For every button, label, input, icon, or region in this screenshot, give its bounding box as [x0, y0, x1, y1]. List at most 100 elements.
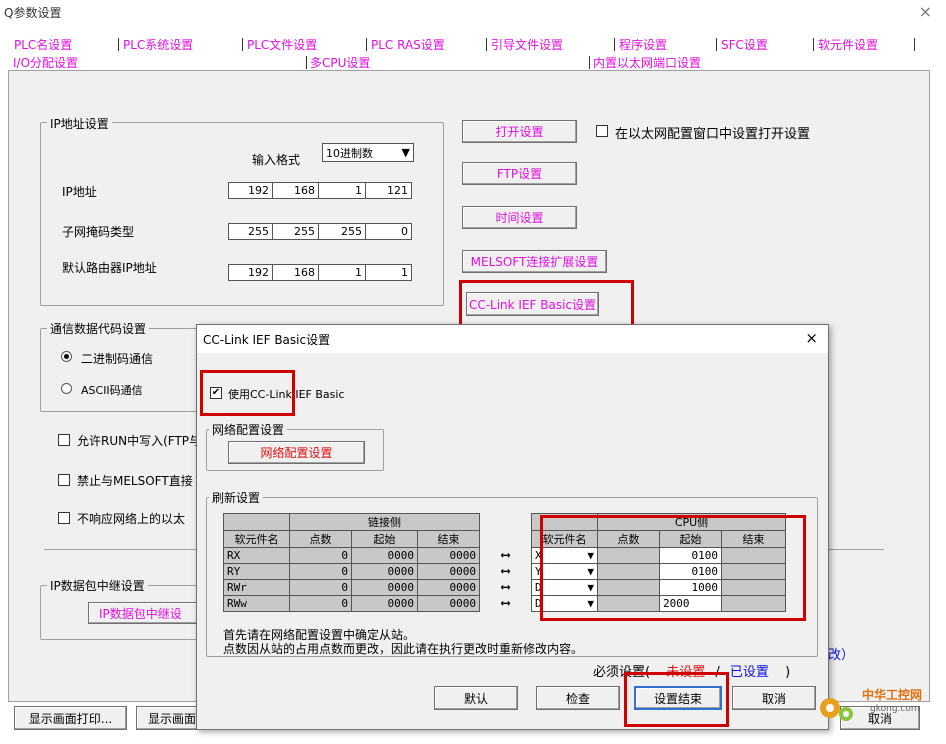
link-points: 0: [289, 547, 352, 564]
table-row: RX 0 0000 0000 ⟷ X ▼ 0100: [223, 547, 786, 564]
link-side-header: 链接侧: [289, 513, 480, 531]
gateway-octet-1[interactable]: 192: [228, 264, 273, 281]
link-device-name: RX: [223, 547, 290, 564]
bidirectional-arrow-icon: ⟷: [479, 579, 532, 596]
cpu-device-select[interactable]: D ▼: [531, 595, 598, 612]
cclink-ief-basic-button[interactable]: CC-Link IEF Basic设置: [466, 292, 599, 316]
ip-octet-4[interactable]: 121: [365, 182, 412, 199]
tab-separator: [716, 38, 717, 51]
link-start: 0000: [351, 579, 418, 596]
cpu-points-header: 点数: [597, 530, 660, 548]
mask-octet-3[interactable]: 255: [318, 223, 366, 240]
mask-octet-1[interactable]: 255: [228, 223, 273, 240]
cpu-device-select[interactable]: D ▼: [531, 579, 598, 596]
ftp-settings-button[interactable]: FTP设置: [462, 162, 577, 185]
cpu-device-select[interactable]: X ▼: [531, 547, 598, 564]
refresh-table: 链接侧 CPU侧 软元件名 点数 起始 结束 软元件名 点数 起始 结束 RX …: [223, 513, 786, 612]
cpu-end: [721, 595, 786, 612]
tab-program[interactable]: 程序设置: [619, 36, 667, 53]
ip-address-label: IP地址: [62, 185, 97, 199]
link-device-name: RY: [223, 563, 290, 580]
cpu-device-select[interactable]: Y ▼: [531, 563, 598, 580]
binary-radio[interactable]: [61, 351, 72, 362]
cpu-end: [721, 547, 786, 564]
link-start: 0000: [351, 563, 418, 580]
bidirectional-arrow-icon: ⟷: [479, 563, 532, 580]
gateway-octet-2[interactable]: 168: [272, 264, 319, 281]
cpu-end: [721, 579, 786, 596]
tab-plc-name[interactable]: PLC名设置: [14, 36, 72, 53]
cpu-device-value: X: [535, 549, 542, 562]
link-end: 0000: [417, 595, 480, 612]
ip-relay-button[interactable]: IP数据包中继设: [88, 602, 200, 624]
tab-separator: [813, 38, 814, 51]
tab-separator: [118, 38, 119, 51]
dialog-cancel-button[interactable]: 取消: [732, 686, 816, 710]
cpu-points: [597, 563, 660, 580]
tab-sfc[interactable]: SFC设置: [721, 36, 768, 53]
tab-io-assign[interactable]: I/O分配设置: [13, 54, 78, 71]
table-row: RY 0 0000 0000 ⟷ Y ▼ 0100: [223, 563, 786, 580]
tab-plc-ras[interactable]: PLC RAS设置: [371, 36, 445, 53]
open-in-ethernet-checkbox[interactable]: [596, 125, 608, 137]
forbid-melsoft-checkbox[interactable]: [58, 474, 70, 486]
use-cclink-checkbox[interactable]: ✔: [210, 387, 222, 399]
legend-slash: /: [715, 665, 720, 680]
finish-settings-button[interactable]: 设置结束: [634, 686, 722, 710]
window-close-icon[interactable]: ×: [919, 2, 932, 21]
ip-relay-title: IP数据包中继设置: [47, 577, 148, 594]
tab-separator: [614, 38, 615, 51]
melsoft-extension-button[interactable]: MELSOFT连接扩展设置: [462, 250, 607, 273]
tab-separator: [486, 38, 487, 51]
tab-separator: [242, 38, 243, 51]
default-button[interactable]: 默认: [434, 686, 518, 710]
allow-run-write-checkbox[interactable]: [58, 434, 70, 446]
open-in-ethernet-label: 在以太网配置窗口中设置打开设置: [615, 127, 811, 142]
ip-octet-3[interactable]: 1: [318, 182, 366, 199]
tab-separator: [914, 38, 915, 51]
link-start: 0000: [351, 547, 418, 564]
ip-octet-1[interactable]: 192: [228, 182, 273, 199]
dialog-close-icon[interactable]: ×: [805, 329, 818, 347]
tab-separator: [366, 38, 367, 51]
chevron-down-icon: ▼: [587, 549, 594, 562]
input-format-value: 10进制数: [326, 146, 373, 160]
mask-octet-4[interactable]: 0: [365, 223, 412, 240]
gateway-octet-4[interactable]: 1: [365, 264, 412, 281]
no-respond-checkbox[interactable]: [58, 512, 70, 524]
network-group-title: 网络配置设置: [209, 421, 288, 438]
link-points: 0: [289, 563, 352, 580]
time-settings-button[interactable]: 时间设置: [462, 206, 577, 229]
input-format-select[interactable]: 10进制数 ▼: [322, 143, 414, 162]
check-button[interactable]: 检查: [536, 686, 620, 710]
tab-device[interactable]: 软元件设置: [818, 36, 878, 53]
cpu-start-input[interactable]: 2000: [659, 595, 722, 612]
gateway-octet-3[interactable]: 1: [318, 264, 366, 281]
gear-icon: [820, 698, 853, 721]
print-screen-button[interactable]: 显示画面打印...: [14, 706, 127, 730]
cpu-start-input[interactable]: 1000: [659, 579, 722, 596]
ascii-radio[interactable]: [61, 383, 72, 394]
mask-octet-2[interactable]: 255: [272, 223, 319, 240]
tab-boot-file[interactable]: 引导文件设置: [491, 36, 563, 53]
open-settings-button[interactable]: 打开设置: [462, 120, 577, 143]
cpu-start-input[interactable]: 0100: [659, 547, 722, 564]
cpu-end: [721, 563, 786, 580]
tab-builtin-ethernet[interactable]: 内置以太网端口设置: [593, 54, 701, 71]
tab-plc-system[interactable]: PLC系统设置: [123, 36, 193, 53]
cpu-device-value: D: [535, 581, 542, 594]
cpu-start-input[interactable]: 0100: [659, 563, 722, 580]
dialog-titlebar: CC-Link IEF Basic设置 ×: [197, 325, 828, 353]
link-start-header: 起始: [351, 530, 418, 548]
tab-plc-file[interactable]: PLC文件设置: [247, 36, 317, 53]
cpu-start-header: 起始: [659, 530, 722, 548]
tab-multi-cpu[interactable]: 多CPU设置: [310, 54, 370, 71]
comm-code-group: [40, 328, 204, 412]
cpu-device-header: 软元件名: [531, 530, 598, 548]
network-config-button[interactable]: 网络配置设置: [228, 441, 365, 464]
input-format-label: 输入格式: [252, 153, 301, 167]
cpu-device-value: Y: [535, 565, 542, 578]
chevron-down-icon: ▼: [587, 597, 594, 610]
chevron-down-icon: ▼: [587, 565, 594, 578]
ip-octet-2[interactable]: 168: [272, 182, 319, 199]
